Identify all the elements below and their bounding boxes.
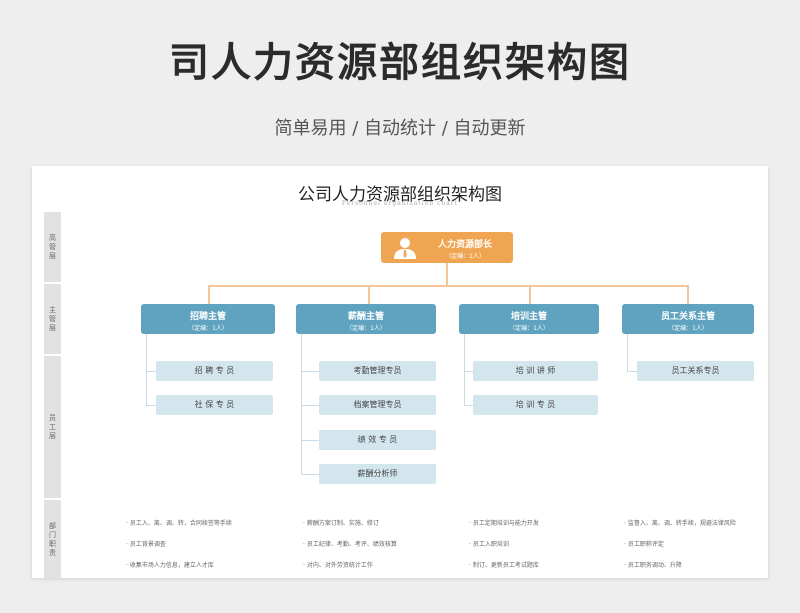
staff-box-salary-3: 绩 效 专 员 — [319, 430, 436, 450]
staff-connector — [464, 334, 465, 406]
staff-connector — [301, 474, 319, 475]
manager-recruit: 招聘主管 （定编：1人） — [141, 304, 275, 334]
staff-box-recruit-1: 招 聘 专 员 — [156, 361, 273, 381]
layer-text-staff: 员工层 — [48, 413, 57, 441]
page-subtitle: 简单易用 / 自动统计 / 自动更新 — [274, 118, 526, 139]
duty-item: · 制订、更新员工考试题库 — [469, 562, 539, 569]
staff-connector — [627, 371, 637, 372]
manager-quota: （定编：1人） — [346, 325, 386, 332]
staff-connector — [627, 334, 628, 372]
staff-connector — [301, 371, 319, 372]
manager-training: 培训主管 （定编：1人） — [459, 304, 599, 334]
head-title: 人力资源部长 — [437, 240, 492, 250]
connector-salary — [368, 285, 370, 304]
manager-title: 员工关系主管 — [660, 312, 715, 322]
manager-quota: （定编：1人） — [509, 325, 549, 332]
org-chart-card: 公司人力资源部组织架构图 Personnel organization char… — [32, 166, 768, 578]
staff-connector — [301, 405, 319, 406]
duty-item: · 员工纪律、考勤、考评、绩效核算 — [303, 541, 397, 548]
chart-subtitle: Personnel organization chart — [341, 200, 459, 207]
connector-relations — [687, 285, 689, 304]
connector-training — [529, 285, 531, 304]
manager-relations: 员工关系主管 （定编：1人） — [622, 304, 754, 334]
manager-salary: 薪酬主管 （定编：1人） — [296, 304, 436, 334]
staff-connector — [464, 371, 473, 372]
staff-connector — [146, 371, 156, 372]
duty-item: · 员工职称评定 — [624, 541, 664, 548]
duty-item: · 对内、对外劳资统计工作 — [303, 562, 373, 569]
staff-connector — [464, 405, 473, 406]
layer-label-top: 高管层 — [44, 212, 61, 284]
page-title: 司人力资源部组织架构图 — [169, 40, 631, 86]
staff-box-relations-1: 员工关系专员 — [637, 361, 754, 381]
manager-title: 培训主管 — [510, 312, 547, 322]
manager-quota: （定编：1人） — [188, 325, 228, 332]
head-quota: （定编：1人） — [445, 253, 485, 260]
layer-label-mid: 主管层 — [44, 284, 61, 356]
person-icon — [394, 238, 416, 259]
staff-connector — [146, 334, 147, 406]
staff-box-recruit-2: 社 保 专 员 — [156, 395, 273, 415]
head-of-hr-box: 人力资源部长 （定编：1人） — [381, 232, 513, 263]
layer-text-mid: 主管层 — [48, 305, 57, 333]
staff-box-training-1: 培 训 讲 师 — [473, 361, 598, 381]
layer-text-duty: 部门职责 — [48, 522, 57, 558]
duty-item: · 员工职务调动、升降 — [624, 562, 682, 569]
connector-recruit — [208, 285, 210, 304]
connector-horizontal — [208, 285, 689, 287]
staff-box-salary-2: 档案管理专员 — [319, 395, 436, 415]
staff-box-salary-1: 考勤管理专员 — [319, 361, 436, 381]
layer-label-duty: 部门职责 — [44, 500, 61, 578]
duty-item: · 员工定期培训与能力开发 — [469, 520, 539, 527]
duty-item: · 员工入职培训 — [469, 541, 509, 548]
staff-connector — [301, 440, 319, 441]
manager-quota: （定编：1人） — [668, 325, 708, 332]
duty-item: · 员工背景调查 — [126, 541, 166, 548]
duty-item: · 收集市场人力信息，建立人才库 — [126, 562, 214, 569]
connector-head-down — [446, 263, 448, 285]
layer-label-staff: 员工层 — [44, 356, 61, 500]
layer-text-top: 高管层 — [48, 233, 57, 261]
duty-item: · 监督入、离、调、转手续，规避法律风险 — [624, 520, 736, 527]
staff-box-training-2: 培 训 专 员 — [473, 395, 598, 415]
staff-box-salary-4: 薪酬分析师 — [319, 464, 436, 484]
manager-title: 招聘主管 — [189, 312, 226, 322]
duty-item: · 薪酬方案订制、实施、修订 — [303, 520, 379, 527]
manager-title: 薪酬主管 — [347, 312, 384, 322]
staff-connector — [146, 405, 156, 406]
duty-item: · 员工入、离、调、转，合同续签等手续 — [126, 520, 232, 527]
